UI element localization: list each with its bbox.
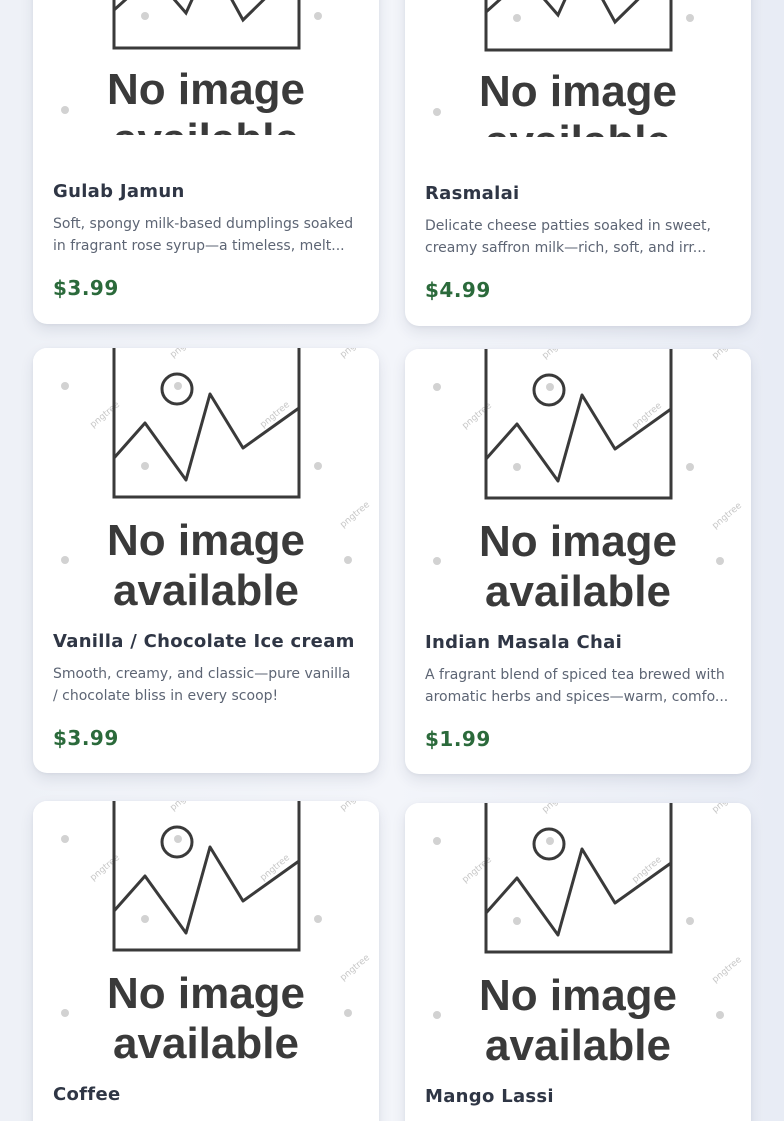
placeholder-line-2: available bbox=[113, 566, 299, 613]
placeholder-line-1: No image bbox=[107, 516, 305, 565]
item-title: Rasmalai bbox=[425, 183, 520, 204]
item-price: $4.99 bbox=[425, 278, 491, 302]
placeholder-line-1: No image bbox=[107, 969, 305, 1018]
item-price: $1.99 bbox=[425, 727, 491, 751]
menu-item-card[interactable]: No image available Rasmalai Delicate che… bbox=[405, 0, 751, 326]
item-price: $3.99 bbox=[53, 726, 119, 750]
menu-item-card[interactable]: pngtree pngtree pngtree pngtree pngtree … bbox=[405, 349, 751, 774]
svg-text:pngtree: pngtree bbox=[169, 348, 203, 360]
placeholder-line-1: No image bbox=[107, 65, 305, 114]
placeholder-line-2: available bbox=[113, 115, 299, 135]
svg-text:pngtree: pngtree bbox=[711, 955, 745, 986]
placeholder-line-1: No image bbox=[479, 971, 677, 1020]
item-title: Indian Masala Chai bbox=[425, 632, 623, 653]
svg-text:pngtree: pngtree bbox=[541, 349, 575, 361]
svg-text:pngtree: pngtree bbox=[339, 953, 373, 984]
svg-text:pngtree: pngtree bbox=[461, 401, 495, 432]
svg-text:pngtree: pngtree bbox=[89, 853, 123, 884]
placeholder-line-1: No image bbox=[479, 67, 677, 116]
image-placeholder-icon bbox=[484, 0, 673, 52]
item-description: Smooth, creamy, and classic—pure vanilla… bbox=[53, 666, 351, 704]
svg-text:pngtree: pngtree bbox=[339, 348, 373, 360]
item-title: Coffee bbox=[53, 1084, 121, 1105]
svg-text:pngtree: pngtree bbox=[711, 803, 745, 815]
menu-item-card[interactable]: pngtree pngtree pngtree pngtree pngtree … bbox=[33, 801, 379, 1121]
item-image-placeholder: pngtree pngtree pngtree pngtree pngtree … bbox=[405, 349, 751, 614]
item-description: Soft, spongy milk-based dumplings soaked… bbox=[53, 216, 354, 254]
image-placeholder-icon bbox=[112, 0, 301, 50]
placeholder-line-2: available bbox=[485, 1021, 671, 1068]
svg-text:pngtree: pngtree bbox=[339, 500, 373, 531]
item-image-placeholder: pngtree pngtree pngtree pngtree pngtree … bbox=[405, 803, 751, 1068]
menu-item-card[interactable]: No image available Gulab Jamun Soft, spo… bbox=[33, 0, 379, 324]
svg-text:pngtree: pngtree bbox=[339, 801, 373, 813]
svg-text:pngtree: pngtree bbox=[169, 801, 203, 813]
item-image-placeholder: No image available bbox=[33, 0, 379, 135]
menu-item-card[interactable]: pngtree pngtree pngtree pngtree pngtree … bbox=[33, 348, 379, 773]
item-price: $3.99 bbox=[53, 276, 119, 300]
placeholder-line-2: available bbox=[113, 1019, 299, 1066]
item-image-placeholder: pngtree pngtree pngtree pngtree pngtree … bbox=[33, 348, 379, 613]
menu-item-card[interactable]: pngtree pngtree pngtree pngtree pngtree … bbox=[405, 803, 751, 1121]
item-description: A fragrant blend of spiced tea brewed wi… bbox=[425, 667, 729, 705]
placeholder-line-1: No image bbox=[479, 517, 677, 566]
svg-text:pngtree: pngtree bbox=[711, 349, 745, 361]
svg-text:pngtree: pngtree bbox=[541, 803, 575, 815]
item-image-placeholder: No image available bbox=[405, 0, 751, 137]
svg-text:pngtree: pngtree bbox=[711, 501, 745, 532]
svg-text:pngtree: pngtree bbox=[89, 400, 123, 431]
item-image-placeholder: pngtree pngtree pngtree pngtree pngtree … bbox=[33, 801, 379, 1066]
item-title: Gulab Jamun bbox=[53, 181, 185, 202]
item-title: Mango Lassi bbox=[425, 1086, 554, 1107]
item-description: Delicate cheese patties soaked in sweet,… bbox=[425, 218, 711, 256]
item-title: Vanilla / Chocolate Ice cream bbox=[53, 631, 355, 652]
placeholder-line-2: available bbox=[485, 567, 671, 614]
placeholder-line-2: available bbox=[485, 117, 671, 137]
menu-grid: No image available Gulab Jamun Soft, spo… bbox=[0, 0, 784, 1121]
svg-text:pngtree: pngtree bbox=[461, 855, 495, 886]
